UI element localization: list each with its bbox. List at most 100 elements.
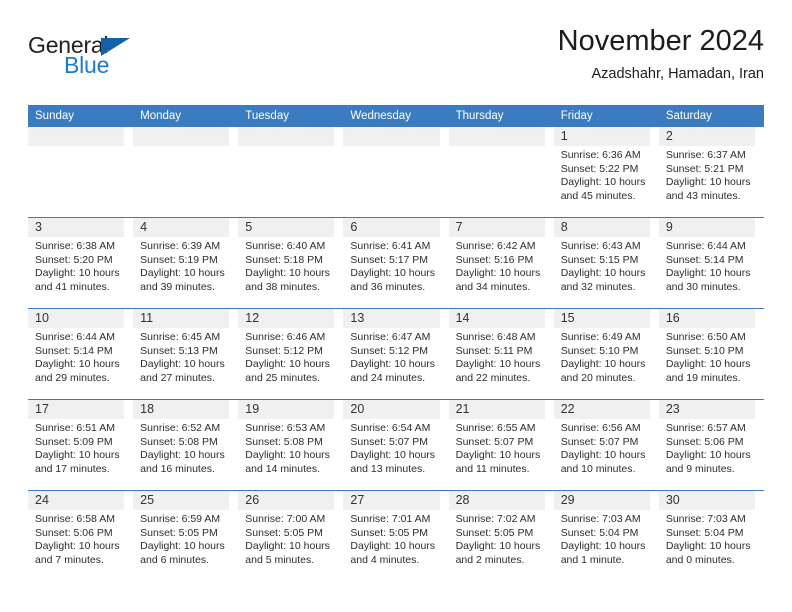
calendar-day-cell[interactable]: 29 Sunrise: 7:03 AM Sunset: 5:04 PM Dayligh… (553, 490, 659, 581)
sunset-time: Sunset: 5:17 PM (350, 253, 429, 266)
day-number-strip: 28 (448, 491, 545, 510)
day-number-strip: 13 (343, 309, 440, 328)
calendar-day-cell[interactable]: 17 Sunrise: 6:51 AM Sunset: 5:09 PM Dayligh… (28, 399, 134, 491)
calendar-day-cell[interactable]: 9 Sunrise: 6:44 AM Sunset: 5:14 PM Daylight… (658, 217, 764, 309)
calendar-day-cell[interactable]: 13 Sunrise: 6:47 AM Sunset: 5:12 PM Dayligh… (343, 308, 449, 400)
daylight-duration-line1: Daylight: 10 hours (665, 358, 751, 371)
sunrise-time: Sunrise: 6:42 AM (455, 240, 536, 252)
sunset-time: Sunset: 5:18 PM (245, 253, 323, 266)
calendar-day-cell[interactable]: 15 Sunrise: 6:49 AM Sunset: 5:10 PM Dayligh… (553, 308, 659, 400)
day-number-strip: 2 (658, 127, 755, 146)
sunrise-time: Sunrise: 7:00 AM (245, 513, 326, 525)
calendar-day-cell[interactable]: 2 Sunrise: 6:37 AM Sunset: 5:21 PM Daylight… (658, 127, 764, 218)
calendar-day-cell-empty (28, 127, 134, 218)
calendar-day-cell[interactable]: 19 Sunrise: 6:53 AM Sunset: 5:08 PM Dayligh… (238, 399, 344, 491)
daylight-duration-line1: Daylight: 10 hours (560, 176, 646, 189)
day-number-strip: 7 (448, 218, 545, 237)
sunrise-time: Sunrise: 6:43 AM (560, 240, 641, 252)
calendar-day-cell[interactable]: 3 Sunrise: 6:38 AM Sunset: 5:20 PM Daylight… (28, 217, 134, 309)
daylight-duration-line2: and 13 minutes. (350, 462, 426, 475)
sunset-time: Sunset: 5:10 PM (560, 344, 639, 357)
calendar-day-cell[interactable]: 1 Sunrise: 6:36 AM Sunset: 5:22 PM Daylight… (553, 127, 659, 218)
weekday-header-monday: Monday (133, 105, 239, 127)
sunset-time: Sunset: 5:05 PM (245, 526, 323, 539)
calendar-day-cell[interactable]: 8 Sunrise: 6:43 AM Sunset: 5:15 PM Daylight… (553, 217, 659, 309)
daylight-duration-line2: and 38 minutes. (245, 280, 320, 293)
day-details: Sunrise: 6:36 AM Sunset: 5:22 PM Daylight:… (554, 146, 659, 203)
day-details: Sunrise: 7:01 AM Sunset: 5:05 PM Daylight:… (343, 510, 448, 567)
sunrise-time: Sunrise: 7:03 AM (665, 513, 746, 525)
daylight-duration-line1: Daylight: 10 hours (245, 540, 330, 553)
sunrise-time: Sunrise: 6:46 AM (245, 331, 326, 343)
sunrise-time: Sunrise: 6:59 AM (140, 513, 221, 525)
calendar-day-cell[interactable]: 4 Sunrise: 6:39 AM Sunset: 5:19 PM Daylight… (133, 217, 239, 309)
calendar-day-cell[interactable]: 12 Sunrise: 6:46 AM Sunset: 5:12 PM Dayligh… (238, 308, 344, 400)
day-number-strip: 10 (28, 309, 125, 328)
calendar-day-cell[interactable]: 14 Sunrise: 6:48 AM Sunset: 5:11 PM Dayligh… (448, 308, 554, 400)
sunset-time: Sunset: 5:12 PM (245, 344, 323, 357)
sunrise-time: Sunrise: 6:37 AM (665, 149, 746, 161)
calendar-day-cell[interactable]: 26 Sunrise: 7:00 AM Sunset: 5:05 PM Dayligh… (238, 490, 344, 581)
calendar-day-cell[interactable]: 21 Sunrise: 6:55 AM Sunset: 5:07 PM Dayligh… (448, 399, 554, 491)
weekday-header-friday: Friday (553, 105, 659, 127)
day-number-strip: 12 (238, 309, 335, 328)
calendar-day-cell[interactable]: 16 Sunrise: 6:50 AM Sunset: 5:10 PM Dayligh… (658, 308, 764, 400)
day-number-strip: 30 (658, 491, 755, 510)
daylight-duration-line1: Daylight: 10 hours (350, 449, 436, 462)
daylight-duration-line1: Daylight: 10 hours (455, 540, 541, 553)
day-number-strip: 4 (133, 218, 230, 237)
calendar-day-cell[interactable]: 5 Sunrise: 6:40 AM Sunset: 5:18 PM Daylight… (238, 217, 344, 309)
daylight-duration-line2: and 16 minutes. (140, 462, 215, 475)
day-number: 9 (665, 220, 673, 234)
daylight-duration-line1: Daylight: 10 hours (140, 267, 225, 280)
calendar-day-cell[interactable]: 11 Sunrise: 6:45 AM Sunset: 5:13 PM Dayligh… (133, 308, 239, 400)
sunrise-time: Sunrise: 6:51 AM (35, 422, 115, 434)
day-number: 8 (560, 220, 568, 234)
calendar-day-cell[interactable]: 28 Sunrise: 7:02 AM Sunset: 5:05 PM Dayligh… (448, 490, 554, 581)
day-number: 23 (665, 402, 680, 416)
sunrise-time: Sunrise: 6:47 AM (350, 331, 431, 343)
calendar-day-cell[interactable]: 22 Sunrise: 6:56 AM Sunset: 5:07 PM Dayligh… (553, 399, 659, 491)
daylight-duration-line1: Daylight: 10 hours (665, 540, 751, 553)
brand-logo[interactable]: General Blue (28, 32, 238, 90)
sunset-time: Sunset: 5:21 PM (665, 162, 744, 175)
day-details: Sunrise: 6:40 AM Sunset: 5:18 PM Daylight:… (238, 237, 343, 294)
calendar-day-cell[interactable]: 10 Sunrise: 6:44 AM Sunset: 5:14 PM Dayligh… (28, 308, 134, 400)
calendar-day-cell[interactable]: 25 Sunrise: 6:59 AM Sunset: 5:05 PM Dayligh… (133, 490, 239, 581)
calendar-day-cell[interactable]: 20 Sunrise: 6:54 AM Sunset: 5:07 PM Dayligh… (343, 399, 449, 491)
daylight-duration-line1: Daylight: 10 hours (560, 449, 646, 462)
day-number-strip: 29 (553, 491, 650, 510)
daylight-duration-line2: and 1 minute. (560, 553, 625, 566)
calendar-day-cell[interactable]: 7 Sunrise: 6:42 AM Sunset: 5:16 PM Daylight… (448, 217, 554, 309)
calendar-day-cell[interactable]: 30 Sunrise: 7:03 AM Sunset: 5:04 PM Dayligh… (658, 490, 764, 581)
weekday-header-wednesday: Wednesday (343, 105, 449, 127)
weekday-header-saturday: Saturday (658, 105, 764, 127)
sunset-time: Sunset: 5:04 PM (665, 526, 744, 539)
calendar-day-cell[interactable]: 27 Sunrise: 7:01 AM Sunset: 5:05 PM Dayligh… (343, 490, 449, 581)
calendar-day-cell[interactable]: 24 Sunrise: 6:58 AM Sunset: 5:06 PM Dayligh… (28, 490, 134, 581)
day-number: 17 (35, 402, 49, 416)
page-subtitle: Azadshahr, Hamadan, Iran (591, 66, 765, 82)
sunrise-time: Sunrise: 6:39 AM (140, 240, 221, 252)
calendar-day-cell-empty (133, 127, 239, 218)
sunrise-time: Sunrise: 6:52 AM (140, 422, 221, 434)
sunset-time: Sunset: 5:14 PM (665, 253, 744, 266)
calendar-day-cell[interactable]: 23 Sunrise: 6:57 AM Sunset: 5:06 PM Dayligh… (658, 399, 764, 491)
calendar-day-cell[interactable]: 6 Sunrise: 6:41 AM Sunset: 5:17 PM Daylight… (343, 217, 449, 309)
daylight-duration-line2: and 25 minutes. (245, 371, 320, 384)
calendar-day-cell[interactable]: 18 Sunrise: 6:52 AM Sunset: 5:08 PM Dayligh… (133, 399, 239, 491)
weekday-header-sunday: Sunday (28, 105, 134, 127)
day-details: Sunrise: 6:53 AM Sunset: 5:08 PM Daylight:… (238, 419, 343, 476)
calendar-week-row: 17 Sunrise: 6:51 AM Sunset: 5:09 PM Dayligh… (28, 399, 764, 491)
sunset-time: Sunset: 5:07 PM (455, 435, 534, 448)
sunrise-time: Sunrise: 7:01 AM (350, 513, 431, 525)
daylight-duration-line2: and 22 minutes. (455, 371, 531, 384)
day-details: Sunrise: 6:52 AM Sunset: 5:08 PM Daylight:… (133, 419, 238, 476)
day-number: 10 (35, 311, 49, 325)
day-details: Sunrise: 6:56 AM Sunset: 5:07 PM Daylight:… (554, 419, 659, 476)
day-details: Sunrise: 6:54 AM Sunset: 5:07 PM Daylight:… (343, 419, 448, 476)
weekday-header-thursday: Thursday (448, 105, 554, 127)
daylight-duration-line2: and 39 minutes. (140, 280, 215, 293)
day-number-strip: 26 (238, 491, 335, 510)
daylight-duration-line1: Daylight: 10 hours (35, 540, 120, 553)
